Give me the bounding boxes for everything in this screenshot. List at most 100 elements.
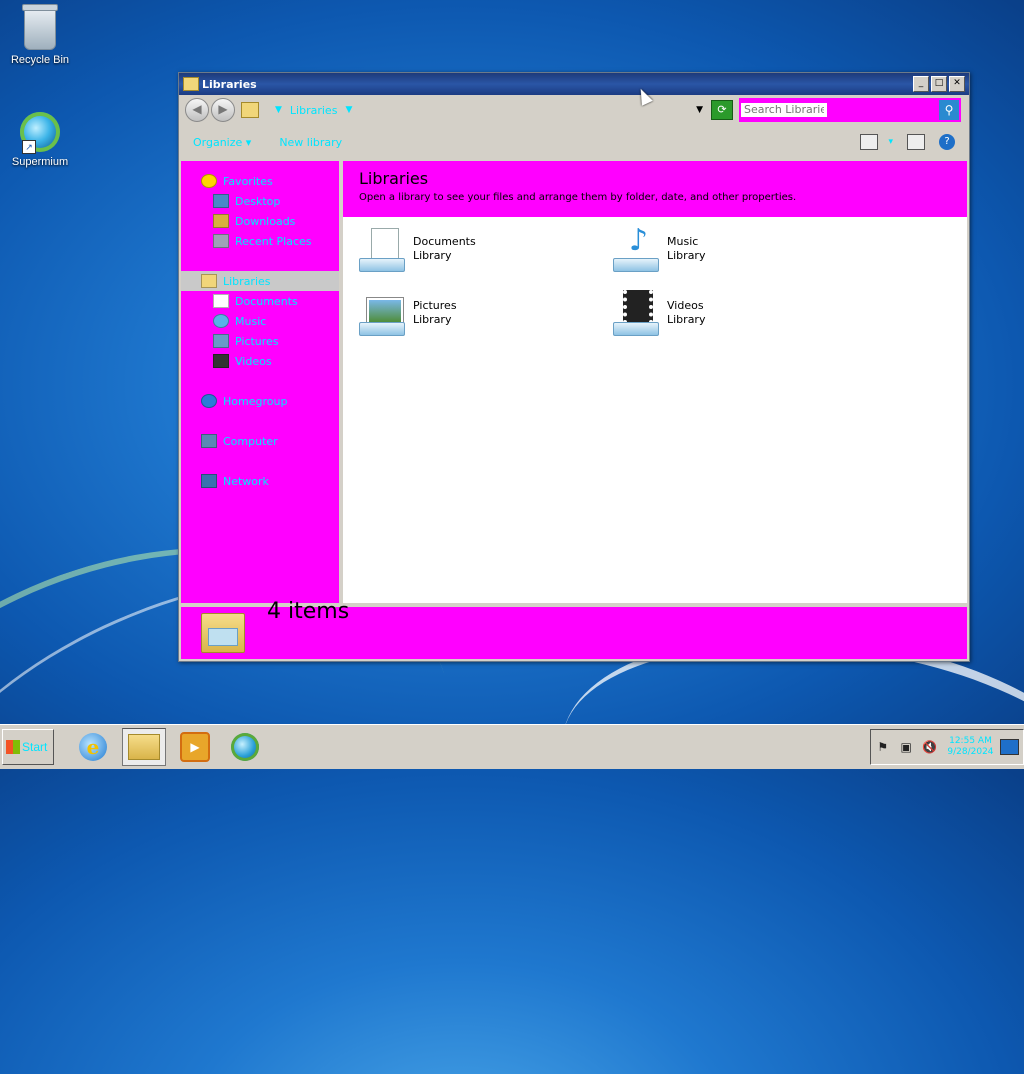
start-button[interactable]: Start <box>2 729 54 765</box>
library-tile-pictures[interactable]: Pictures Library <box>359 289 613 337</box>
library-type: Library <box>413 313 452 326</box>
navigation-pane: Favorites Desktop Downloads Recent Place… <box>181 161 339 603</box>
music-library-icon: ♪ <box>613 226 661 272</box>
recycle-bin-icon <box>22 4 58 50</box>
windows-explorer-icon <box>128 734 160 760</box>
libraries-folder-icon <box>201 613 245 653</box>
nav-item-favorites[interactable]: Favorites <box>181 171 339 191</box>
nav-label: Computer <box>223 434 278 448</box>
minimize-button[interactable]: _ <box>913 76 929 92</box>
nav-item-pictures[interactable]: Pictures <box>181 331 339 351</box>
pictures-library-icon <box>359 290 407 336</box>
documents-icon <box>213 294 229 308</box>
view-options-dropdown[interactable]: ▾ <box>888 137 893 147</box>
nav-label: Desktop <box>235 194 281 208</box>
address-history-dropdown[interactable]: ▼ <box>696 105 703 115</box>
search-input[interactable] <box>741 103 827 117</box>
clock[interactable]: 12:55 AM 9/28/2024 <box>945 736 995 758</box>
taskbar-media-player[interactable]: ▶ <box>174 729 216 765</box>
action-center-flag-icon[interactable]: ⚑ <box>875 740 890 754</box>
media-player-icon: ▶ <box>180 732 210 762</box>
help-icon[interactable]: ? <box>939 134 955 150</box>
libraries-folder-icon <box>241 102 259 118</box>
navigation-bar: ◀ ▶ ▼ Libraries ▼ ▼ ⟳ ⚲ <box>179 95 969 125</box>
volume-muted-icon[interactable]: 🔇 <box>922 740 937 754</box>
nav-item-network[interactable]: Network <box>181 471 339 491</box>
window-body: Favorites Desktop Downloads Recent Place… <box>181 161 967 603</box>
taskbar: Start e ▶ ⚑ ▣ 🔇 12:55 AM 9/28/2024 <box>0 724 1024 769</box>
libraries-icon <box>201 274 217 288</box>
breadcrumb-libraries[interactable]: Libraries <box>290 104 338 117</box>
details-pane: 4 items <box>181 599 967 659</box>
nav-item-videos[interactable]: Videos <box>181 351 339 371</box>
nav-item-homegroup[interactable]: Homegroup <box>181 391 339 411</box>
nav-item-recent-places[interactable]: Recent Places <box>181 231 339 251</box>
desktop-icon-label: Supermium <box>11 156 69 168</box>
desktop-icon-recycle-bin[interactable]: Recycle Bin <box>0 4 80 66</box>
library-tile-videos[interactable]: Videos Library <box>613 289 867 337</box>
refresh-button[interactable]: ⟳ <box>711 100 733 120</box>
library-tile-music[interactable]: ♪ Music Library <box>613 225 867 273</box>
library-type: Library <box>413 249 452 262</box>
maximize-button[interactable]: □ <box>931 76 947 92</box>
taskbar-windows-explorer[interactable] <box>122 728 166 766</box>
taskbar-supermium[interactable] <box>224 729 266 765</box>
internet-explorer-icon: e <box>79 733 107 761</box>
nav-item-downloads[interactable]: Downloads <box>181 211 339 231</box>
close-button[interactable]: ✕ <box>949 76 965 92</box>
preview-pane-icon[interactable] <box>907 134 925 150</box>
back-button[interactable]: ◀ <box>185 98 209 122</box>
shortcut-arrow-icon: ↗ <box>22 140 36 154</box>
computer-icon <box>201 434 217 448</box>
start-label: Start <box>22 740 48 754</box>
forward-button[interactable]: ▶ <box>211 98 235 122</box>
clock-date: 9/28/2024 <box>947 747 994 757</box>
library-tile-documents[interactable]: Documents Library <box>359 225 613 273</box>
desktop-icon <box>213 194 229 208</box>
nav-item-music[interactable]: Music <box>181 311 339 331</box>
notification-area: ⚑ ▣ 🔇 12:55 AM 9/28/2024 <box>870 729 1024 765</box>
nav-item-documents[interactable]: Documents <box>181 291 339 311</box>
nav-item-libraries[interactable]: Libraries <box>181 271 339 291</box>
search-icon[interactable]: ⚲ <box>939 100 959 120</box>
nav-label: Music <box>235 314 267 328</box>
network-icon[interactable]: ▣ <box>898 740 913 754</box>
windows-logo-icon <box>6 740 20 754</box>
taskbar-internet-explorer[interactable]: e <box>72 729 114 765</box>
nav-label: Recent Places <box>235 234 312 248</box>
window-title: Libraries <box>202 77 257 91</box>
chevron-down-icon[interactable]: ▼ <box>345 105 352 115</box>
title-bar[interactable]: Libraries _ □ ✕ <box>179 73 969 95</box>
change-view-icon[interactable] <box>860 134 879 150</box>
music-icon <box>213 314 229 328</box>
pictures-icon <box>213 334 229 348</box>
content-pane: Libraries Open a library to see your fil… <box>343 161 967 603</box>
explorer-window[interactable]: Libraries _ □ ✕ ◀ ▶ ▼ Libraries ▼ ▼ ⟳ ⚲ … <box>178 72 970 662</box>
library-type: Library <box>667 313 706 326</box>
nav-label: Documents <box>235 294 298 308</box>
new-library-button[interactable]: New library <box>279 136 342 149</box>
command-bar: Organize ▾ New library ▾ ? <box>179 125 969 159</box>
view-controls: ▾ ? <box>846 134 955 150</box>
show-desktop-icon[interactable] <box>999 739 1019 755</box>
chevron-down-icon[interactable]: ▼ <box>275 105 282 115</box>
videos-icon <box>213 354 229 368</box>
videos-library-icon <box>613 290 661 336</box>
homegroup-icon <box>201 394 217 408</box>
nav-item-desktop[interactable]: Desktop <box>181 191 339 211</box>
nav-label: Pictures <box>235 334 279 348</box>
organize-button[interactable]: Organize ▾ <box>193 136 251 149</box>
libraries-folder-icon <box>183 77 199 91</box>
nav-label: Videos <box>235 354 272 368</box>
library-type: Library <box>667 249 706 262</box>
item-count: 4 items <box>267 599 350 624</box>
search-container: ⚲ <box>739 98 961 122</box>
clock-time: 12:55 AM <box>949 736 992 746</box>
nav-label: Downloads <box>235 214 296 228</box>
desktop-icon-supermium[interactable]: ↗ Supermium <box>0 112 80 168</box>
address-bar[interactable]: ▼ Libraries ▼ ▼ <box>241 99 703 121</box>
library-tiles: Documents Library ♪ Music Library Pictures… <box>343 217 967 345</box>
nav-item-computer[interactable]: Computer <box>181 431 339 451</box>
